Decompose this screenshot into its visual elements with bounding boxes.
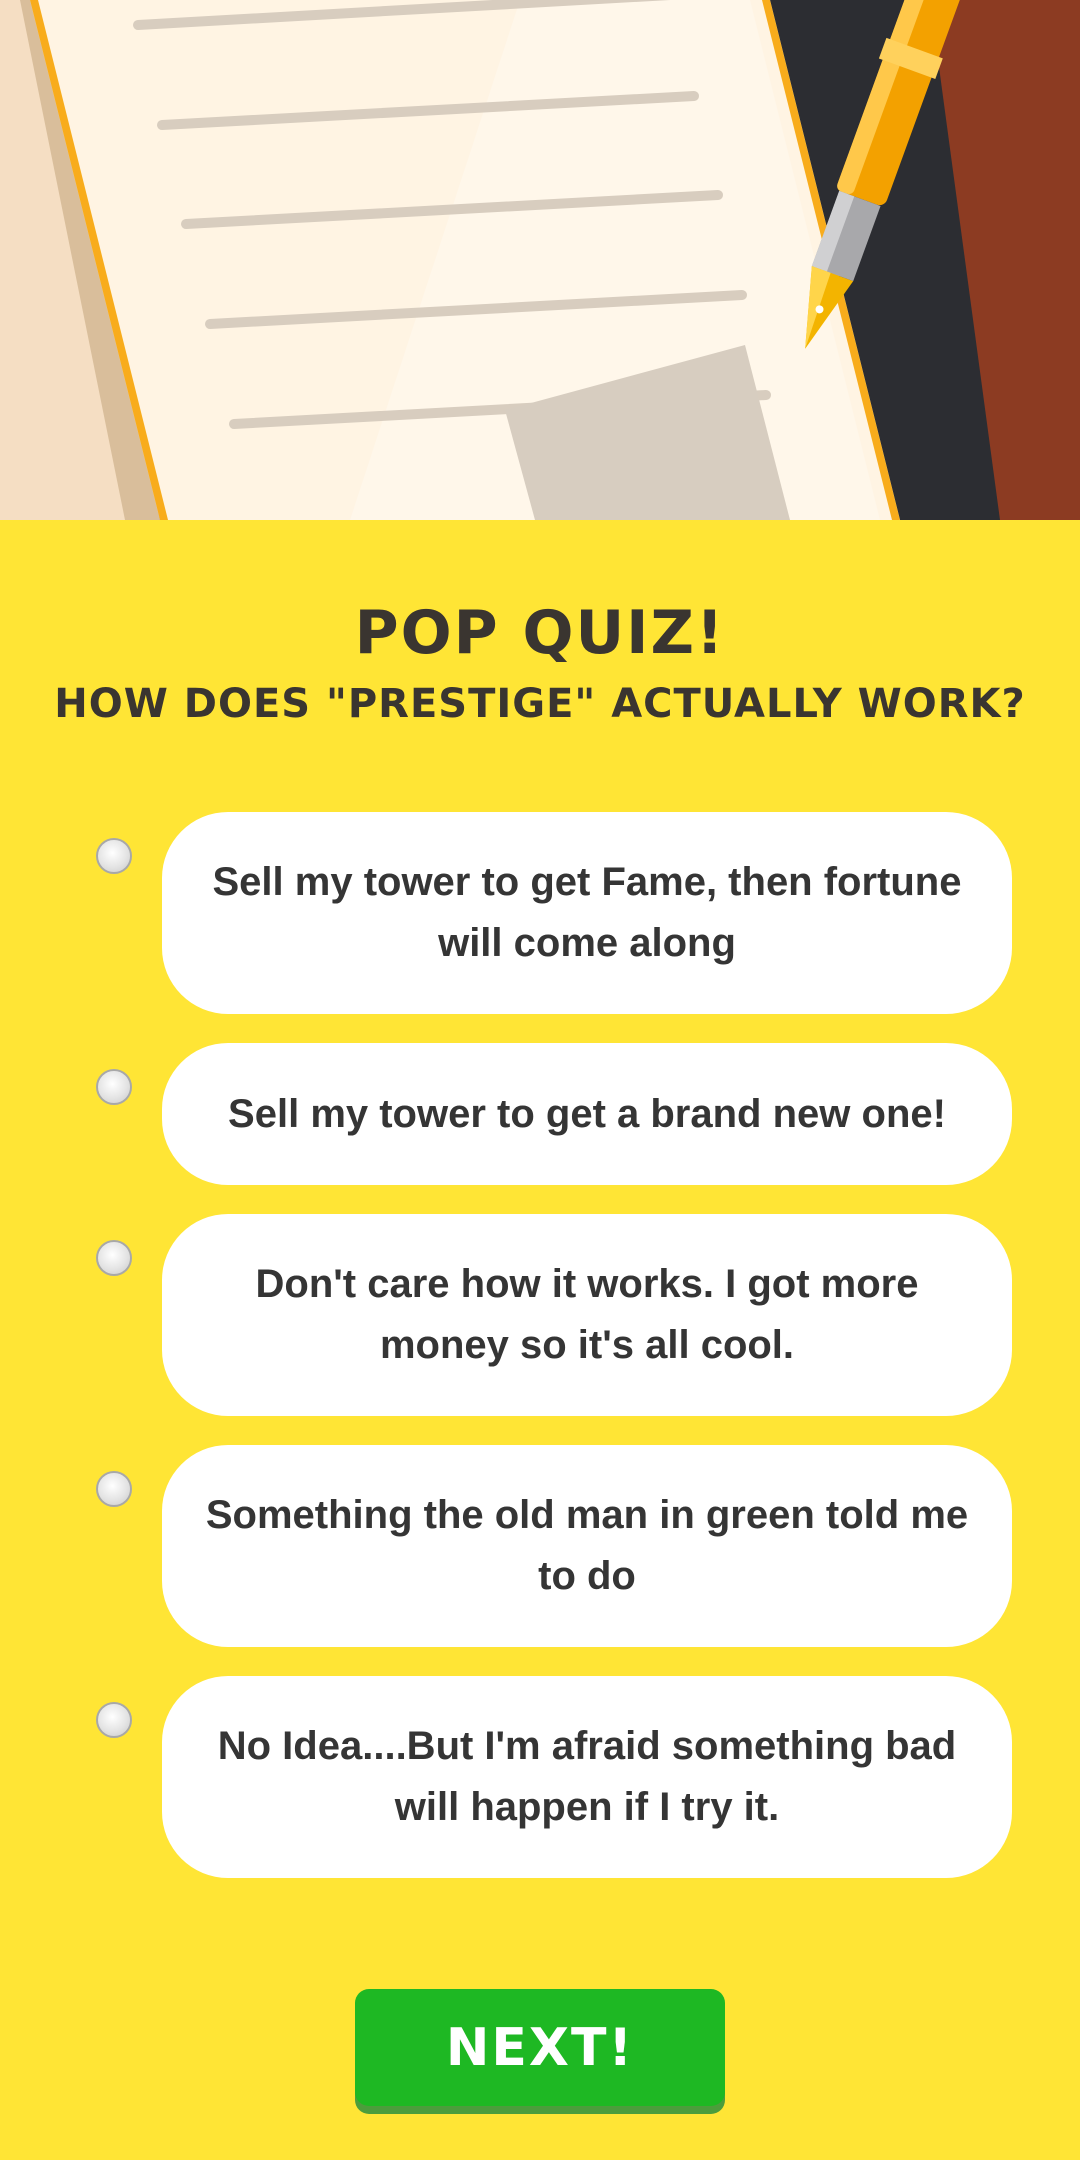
answer-card-4[interactable]: Something the old man in green told me t… bbox=[162, 1445, 1012, 1647]
answer-card-5[interactable]: No Idea....But I'm afraid something bad … bbox=[162, 1676, 1012, 1878]
notebook-illustration bbox=[0, 0, 1080, 520]
answer-card-2[interactable]: Sell my tower to get a brand new one! bbox=[162, 1043, 1012, 1185]
radio-button-2[interactable] bbox=[96, 1069, 132, 1105]
radio-button-3[interactable] bbox=[96, 1240, 132, 1276]
radio-button-1[interactable] bbox=[96, 838, 132, 874]
radio-button-4[interactable] bbox=[96, 1471, 132, 1507]
answer-label-4: Something the old man in green told me t… bbox=[205, 1493, 969, 1598]
answer-label-2: Sell my tower to get a brand new one! bbox=[228, 1091, 946, 1136]
quiz-title: POP QUIZ! bbox=[354, 598, 726, 668]
quiz-question: HOW DOES "PRESTIGE" ACTUALLY WORK? bbox=[54, 681, 1026, 727]
next-button[interactable]: NEXT! bbox=[355, 1989, 725, 2106]
quiz-panel: POP QUIZ! HOW DOES "PRESTIGE" ACTUALLY W… bbox=[0, 520, 1080, 2160]
answer-card-1[interactable]: Sell my tower to get Fame, then fortune … bbox=[162, 812, 1012, 1014]
answer-label-3: Don't care how it works. I got more mone… bbox=[255, 1262, 919, 1367]
answer-label-1: Sell my tower to get Fame, then fortune … bbox=[212, 860, 962, 965]
radio-button-5[interactable] bbox=[96, 1702, 132, 1738]
answer-card-3[interactable]: Don't care how it works. I got more mone… bbox=[162, 1214, 1012, 1416]
next-button-label: NEXT! bbox=[445, 2017, 635, 2078]
answer-label-5: No Idea....But I'm afraid something bad … bbox=[217, 1724, 957, 1829]
